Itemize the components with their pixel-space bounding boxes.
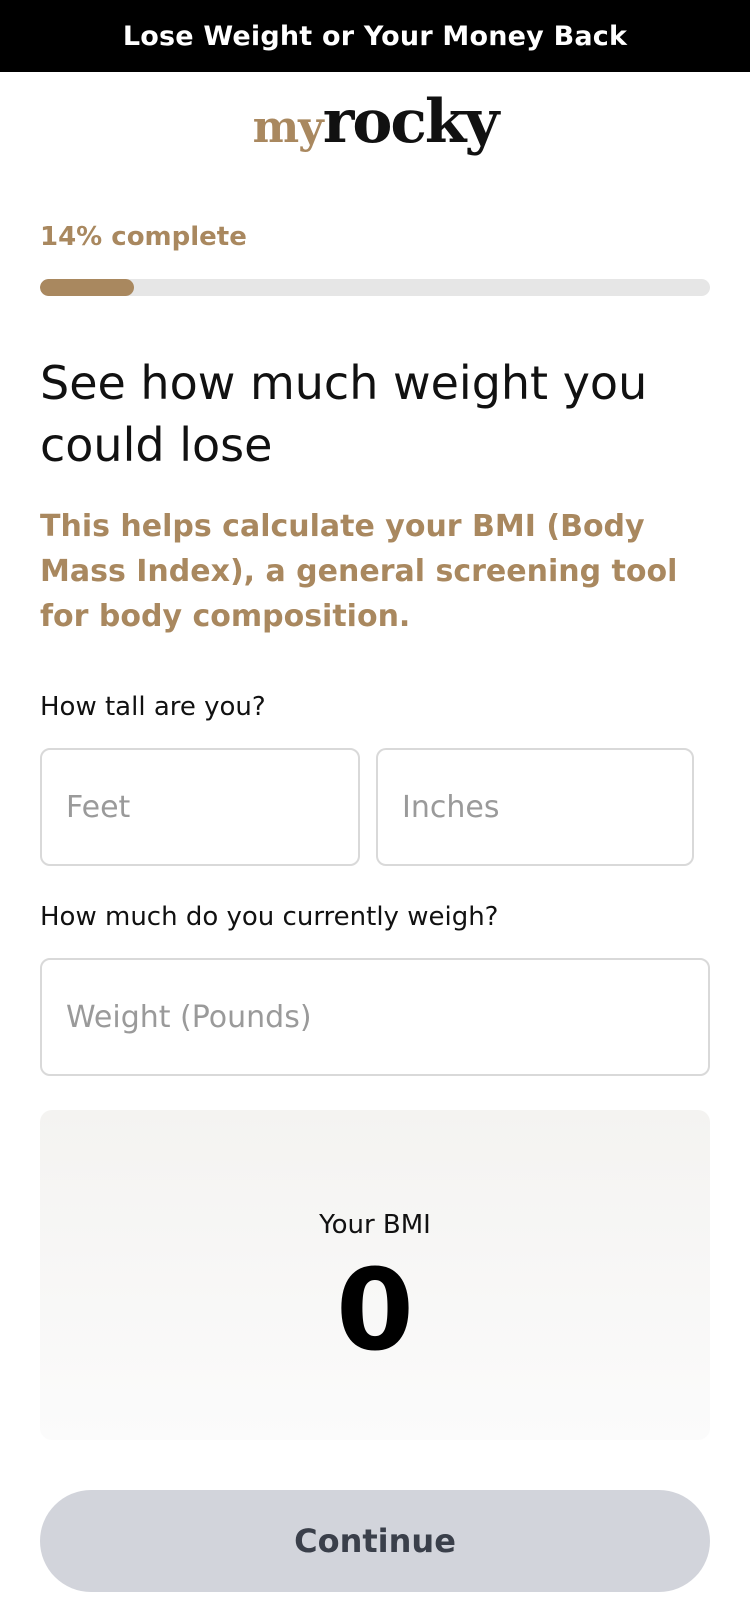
page-title: See how much weight you could lose (40, 356, 648, 472)
height-question-label: How tall are you? (40, 692, 266, 722)
page-description: This helps calculate your BMI (Body Mass… (40, 509, 678, 634)
continue-button[interactable]: Continue (40, 1490, 710, 1592)
bmi-card: Your BMI 0 (40, 1110, 710, 1440)
progress-label: 14% complete (40, 222, 247, 252)
page: Lose Weight or Your Money Back myrocky 1… (0, 0, 750, 1624)
progress-bar-fill (40, 279, 134, 296)
bmi-label: Your BMI (319, 1210, 431, 1240)
progress-bar (40, 279, 710, 296)
weight-question-label: How much do you currently weigh? (40, 902, 499, 932)
bmi-value: 0 (336, 1246, 414, 1376)
brand-logo: myrocky (0, 92, 750, 152)
weight-input[interactable] (40, 958, 710, 1076)
guarantee-banner-text: Lose Weight or Your Money Back (122, 20, 628, 52)
logo-name: rocky (322, 87, 500, 157)
guarantee-banner: Lose Weight or Your Money Back (0, 0, 750, 72)
inches-input[interactable] (376, 748, 694, 866)
feet-input[interactable] (40, 748, 360, 866)
logo-prefix: my (252, 102, 324, 153)
